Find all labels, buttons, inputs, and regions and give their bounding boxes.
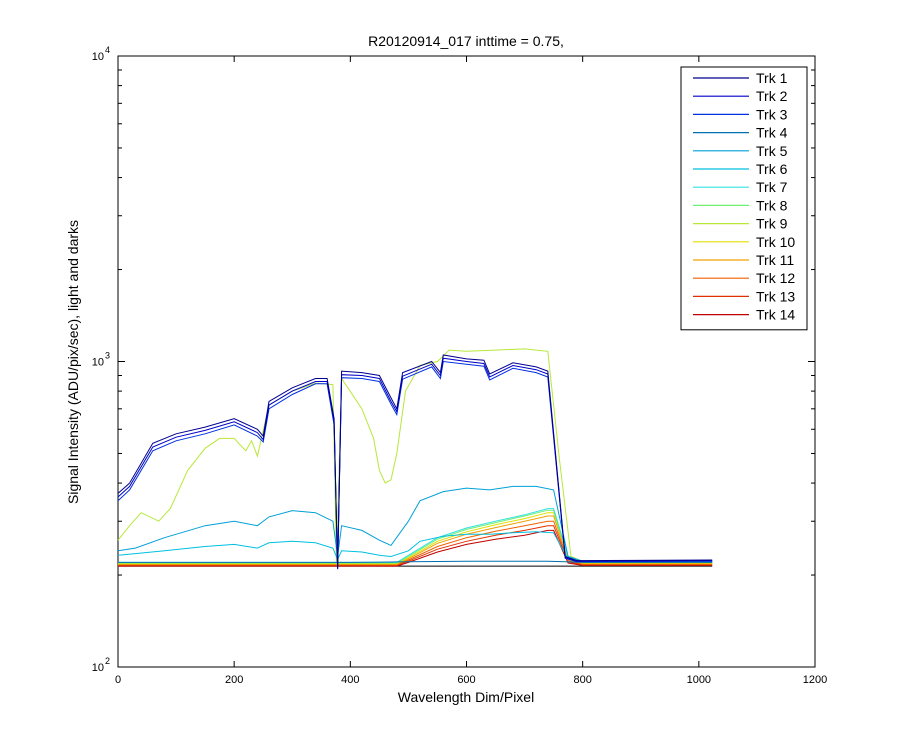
y-tick-label-exponent: 4	[105, 45, 110, 55]
x-tick-label: 400	[341, 674, 359, 686]
y-tick-label-exponent: 2	[105, 656, 110, 666]
chart-title: R20120914_017 inttime = 0.75,	[368, 33, 564, 49]
x-tick-label: 800	[573, 674, 591, 686]
legend-label: Trk 11	[756, 252, 794, 268]
y-tick-label-exponent: 3	[105, 351, 110, 361]
legend-label: Trk 14	[756, 307, 795, 323]
plot-area: 0 200 400 600 800 1000 1200102103104Trk 1Trk 2…	[92, 45, 827, 686]
x-tick-label: 1000	[687, 674, 711, 686]
x-tick-label: 1200	[803, 674, 827, 686]
legend-label: Trk 1	[756, 70, 788, 86]
legend-label: Trk 10	[756, 234, 795, 250]
legend-label: Trk 3	[756, 106, 788, 122]
legend-label: Trk 13	[756, 288, 795, 304]
y-tick-label: 10	[92, 662, 104, 674]
x-axis-label: Wavelength Dim/Pixel	[398, 689, 534, 705]
chart-figure: 0 200 400 600 800 1000 1200102103104Trk 1Trk 2…	[65, 33, 827, 705]
x-tick-label: 200	[225, 674, 243, 686]
y-tick-label: 10	[92, 51, 104, 63]
y-axis-label: Signal Intensity (ADU/pix/sec), light an…	[65, 220, 81, 504]
legend-label: Trk 2	[756, 88, 788, 104]
legend-label: Trk 8	[756, 197, 788, 213]
legend-label: Trk 7	[756, 179, 788, 195]
x-tick-label: 600	[457, 674, 475, 686]
x-tick-label: 0	[115, 674, 121, 686]
y-tick-label: 10	[92, 357, 104, 369]
legend-label: Trk 5	[756, 143, 788, 159]
legend-label: Trk 4	[756, 125, 788, 141]
legend-label: Trk 12	[756, 270, 795, 286]
legend-label: Trk 6	[756, 161, 788, 177]
legend-label: Trk 9	[756, 216, 788, 232]
